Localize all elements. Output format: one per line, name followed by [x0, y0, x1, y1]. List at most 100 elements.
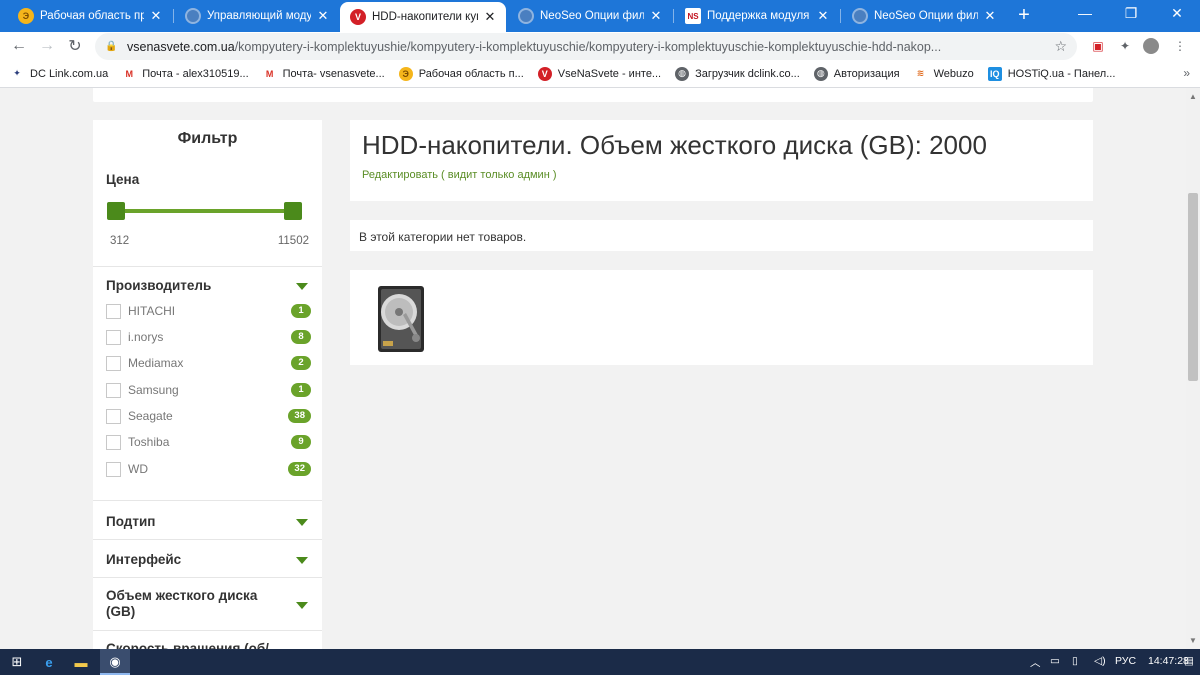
close-icon[interactable]: ✕	[148, 8, 164, 24]
bookmark-webuzo[interactable]: ≋ Webuzo	[914, 67, 974, 81]
page-title: HDD-накопители. Объем жесткого диска (GB…	[362, 130, 987, 160]
tray-expand-icon[interactable]: ︿	[1030, 655, 1041, 670]
close-icon[interactable]: ✕	[815, 8, 831, 24]
url-text[interactable]: vsenasvete.com.ua/kompyutery-i-komplektu…	[127, 40, 1057, 54]
volume-icon[interactable]: ◁)	[1094, 655, 1106, 667]
tab-1[interactable]: Э Рабочая область прое ✕	[8, 3, 172, 29]
globe-icon: ◍	[675, 66, 690, 81]
tab-title: Управляющий модуль	[207, 10, 311, 22]
brand-option-mediamax[interactable]: Mediamax 2	[106, 354, 312, 372]
chevron-down-icon[interactable]	[296, 557, 308, 564]
price-max-value: 11502	[277, 235, 309, 247]
tab-title: NeoSeo Опции фильтр	[540, 10, 644, 22]
manufacturer-heading[interactable]: Производитель	[106, 278, 211, 294]
brand-checkbox[interactable]	[106, 408, 121, 424]
brand-checkbox[interactable]	[106, 434, 121, 450]
edge-icon[interactable]: e	[38, 652, 60, 672]
brand-option-seagate[interactable]: Seagate 38	[106, 407, 312, 425]
close-icon[interactable]: ✕	[982, 8, 998, 24]
brand-option-toshiba[interactable]: Toshiba 9	[106, 433, 312, 451]
chevron-down-icon[interactable]	[296, 283, 308, 290]
brand-option-inorys[interactable]: i.norys 8	[106, 328, 312, 346]
minimize-button[interactable]: —	[1062, 0, 1108, 28]
brand-checkbox[interactable]	[106, 382, 121, 398]
chrome-menu-icon[interactable]: ⋮	[1172, 38, 1188, 54]
file-explorer-icon[interactable]: ▬	[70, 652, 92, 672]
tab-title: Поддержка модуля [SE	[707, 10, 811, 22]
brand-name: Samsung	[128, 383, 179, 397]
new-tab-button[interactable]: +	[1013, 4, 1035, 26]
interface-heading[interactable]: Интерфейс	[106, 552, 181, 568]
chevron-down-icon[interactable]	[296, 602, 308, 609]
brand-checkbox[interactable]	[106, 355, 121, 371]
brand-name: HITACHI	[128, 304, 176, 318]
price-slider-max-handle[interactable]	[284, 202, 302, 220]
scroll-thumb[interactable]	[1188, 193, 1198, 381]
clock[interactable]: 14:47:28	[1148, 655, 1189, 667]
scroll-up-arrow-icon[interactable]: ▲	[1189, 92, 1197, 101]
brand-option-wd[interactable]: WD 32	[106, 460, 312, 478]
hdd-image[interactable]	[377, 285, 425, 353]
bookmark-dclink[interactable]: ✦ DC Link.com.ua	[10, 67, 108, 81]
notifications-icon[interactable]: ▤	[1184, 655, 1194, 667]
brand-checkbox[interactable]	[106, 461, 121, 477]
lock-icon: 🔒	[105, 40, 118, 52]
bookmark-loader[interactable]: ◍ Загрузчик dclink.co...	[675, 66, 800, 81]
forward-button[interactable]: →	[35, 34, 59, 58]
close-icon[interactable]: ✕	[648, 8, 664, 24]
close-icon[interactable]: ✕	[482, 9, 498, 25]
tab-3-active[interactable]: V HDD-накопители купи ✕	[340, 2, 506, 32]
scroll-down-arrow-icon[interactable]: ▼	[1189, 636, 1197, 645]
tab-6[interactable]: NeoSeo Опции фильтр ✕	[842, 3, 1006, 29]
profile-avatar[interactable]	[1143, 38, 1159, 54]
close-icon[interactable]: ✕	[315, 8, 331, 24]
battery-icon[interactable]: ▯	[1072, 655, 1078, 667]
close-window-button[interactable]: ✕	[1154, 0, 1200, 28]
language-indicator[interactable]: РУС	[1115, 655, 1136, 667]
brand-option-hitachi[interactable]: HITACHI 1	[106, 302, 312, 320]
back-button[interactable]: ←	[7, 34, 31, 58]
windows-taskbar: ⊞ e ▬ ◉ ︿ ▭ ▯ ◁) РУС 14:47:28 ▤	[0, 649, 1200, 675]
dclink-icon: ✦	[13, 68, 21, 78]
url-host: vsenasvete.com.ua	[127, 39, 235, 54]
subtype-heading[interactable]: Подтип	[106, 514, 155, 530]
admin-edit-link[interactable]: Редактировать ( видит только админ )	[362, 169, 557, 181]
brand-name: Mediamax	[128, 356, 184, 370]
globe-icon	[518, 8, 534, 24]
tab-4[interactable]: NeoSeo Опции фильтр ✕	[508, 3, 672, 29]
gmail-icon: M	[265, 68, 274, 79]
reload-button[interactable]: ↻	[63, 34, 87, 58]
divider	[93, 500, 322, 501]
maximize-button[interactable]: ❐	[1108, 0, 1154, 28]
page-scrollbar[interactable]: ▲ ▼	[1186, 88, 1200, 649]
brand-checkbox[interactable]	[106, 329, 121, 345]
network-icon[interactable]: ▭	[1050, 655, 1060, 667]
tab-2[interactable]: Управляющий модуль ✕	[175, 3, 339, 29]
bookmark-workspace[interactable]: Э Рабочая область п...	[398, 66, 524, 81]
brand-checkbox[interactable]	[106, 303, 121, 319]
disk-capacity-heading[interactable]: Объем жесткого диска (GB)	[106, 588, 271, 620]
windows-start-icon[interactable]: ⊞	[6, 652, 28, 672]
bookmark-vsenasvete[interactable]: V VseNaSvete - инте...	[537, 66, 661, 81]
tab-5[interactable]: NS Поддержка модуля [SE ✕	[675, 3, 839, 29]
bookmark-mail-1[interactable]: M Почта - alex310519...	[122, 67, 249, 81]
tab-title: NeoSeo Опции фильтр	[874, 10, 978, 22]
more-bookmarks-icon[interactable]: »	[1183, 66, 1190, 80]
price-slider-track[interactable]	[115, 209, 295, 213]
bookmark-auth[interactable]: ◍ Авторизация	[813, 66, 900, 81]
globe-icon	[852, 8, 868, 24]
extension-shield-icon[interactable]: ▣	[1090, 38, 1106, 54]
vsenasvete-icon: V	[537, 66, 552, 81]
address-bar[interactable]: 🔒 vsenasvete.com.ua/kompyutery-i-komplek…	[95, 33, 1077, 60]
chevron-down-icon[interactable]	[296, 519, 308, 526]
price-slider-min-handle[interactable]	[107, 202, 125, 220]
bookmark-mail-2[interactable]: M Почта- vsenasvete...	[263, 67, 385, 81]
divider	[93, 539, 322, 540]
bookmark-hostiq[interactable]: IQ HOSTiQ.ua - Панел...	[987, 66, 1115, 81]
rotation-speed-heading[interactable]: Скорость вращения (об/	[106, 641, 269, 649]
neoseo-icon: NS	[685, 8, 701, 24]
bookmark-star-icon[interactable]: ☆	[1054, 38, 1067, 55]
extensions-puzzle-icon[interactable]: ✦	[1117, 38, 1133, 54]
brand-option-samsung[interactable]: Samsung 1	[106, 381, 312, 399]
chrome-icon[interactable]: ◉	[104, 652, 126, 672]
